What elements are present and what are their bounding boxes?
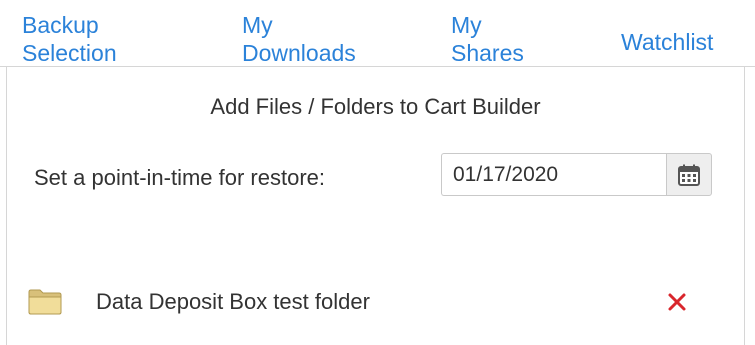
folder-name: Data Deposit Box test folder — [96, 289, 370, 314]
panel-title: Add Files / Folders to Cart Builder — [210, 94, 541, 119]
calendar-button[interactable] — [666, 153, 712, 196]
tab-backup-selection[interactable]: Backup Selection — [22, 11, 117, 67]
cart-builder-panel: Add Files / Folders to Cart Builder Set … — [6, 67, 745, 345]
folder-icon — [28, 289, 62, 315]
tab-my-shares[interactable]: My Shares — [451, 11, 524, 67]
tab-my-downloads[interactable]: My Downloads — [242, 11, 356, 67]
tab-watchlist[interactable]: Watchlist — [621, 28, 713, 56]
date-picker — [441, 153, 712, 198]
restore-date-input[interactable] — [441, 153, 666, 196]
calendar-icon — [678, 164, 700, 186]
point-in-time-label: Set a point-in-time for restore: — [34, 165, 326, 190]
cart-builder-window: Backup Selection My Downloads My Shares … — [0, 0, 755, 345]
list-item: Data Deposit Box test folder — [7, 281, 744, 323]
remove-icon[interactable] — [664, 289, 690, 315]
tab-bar: Backup Selection My Downloads My Shares … — [0, 0, 755, 67]
